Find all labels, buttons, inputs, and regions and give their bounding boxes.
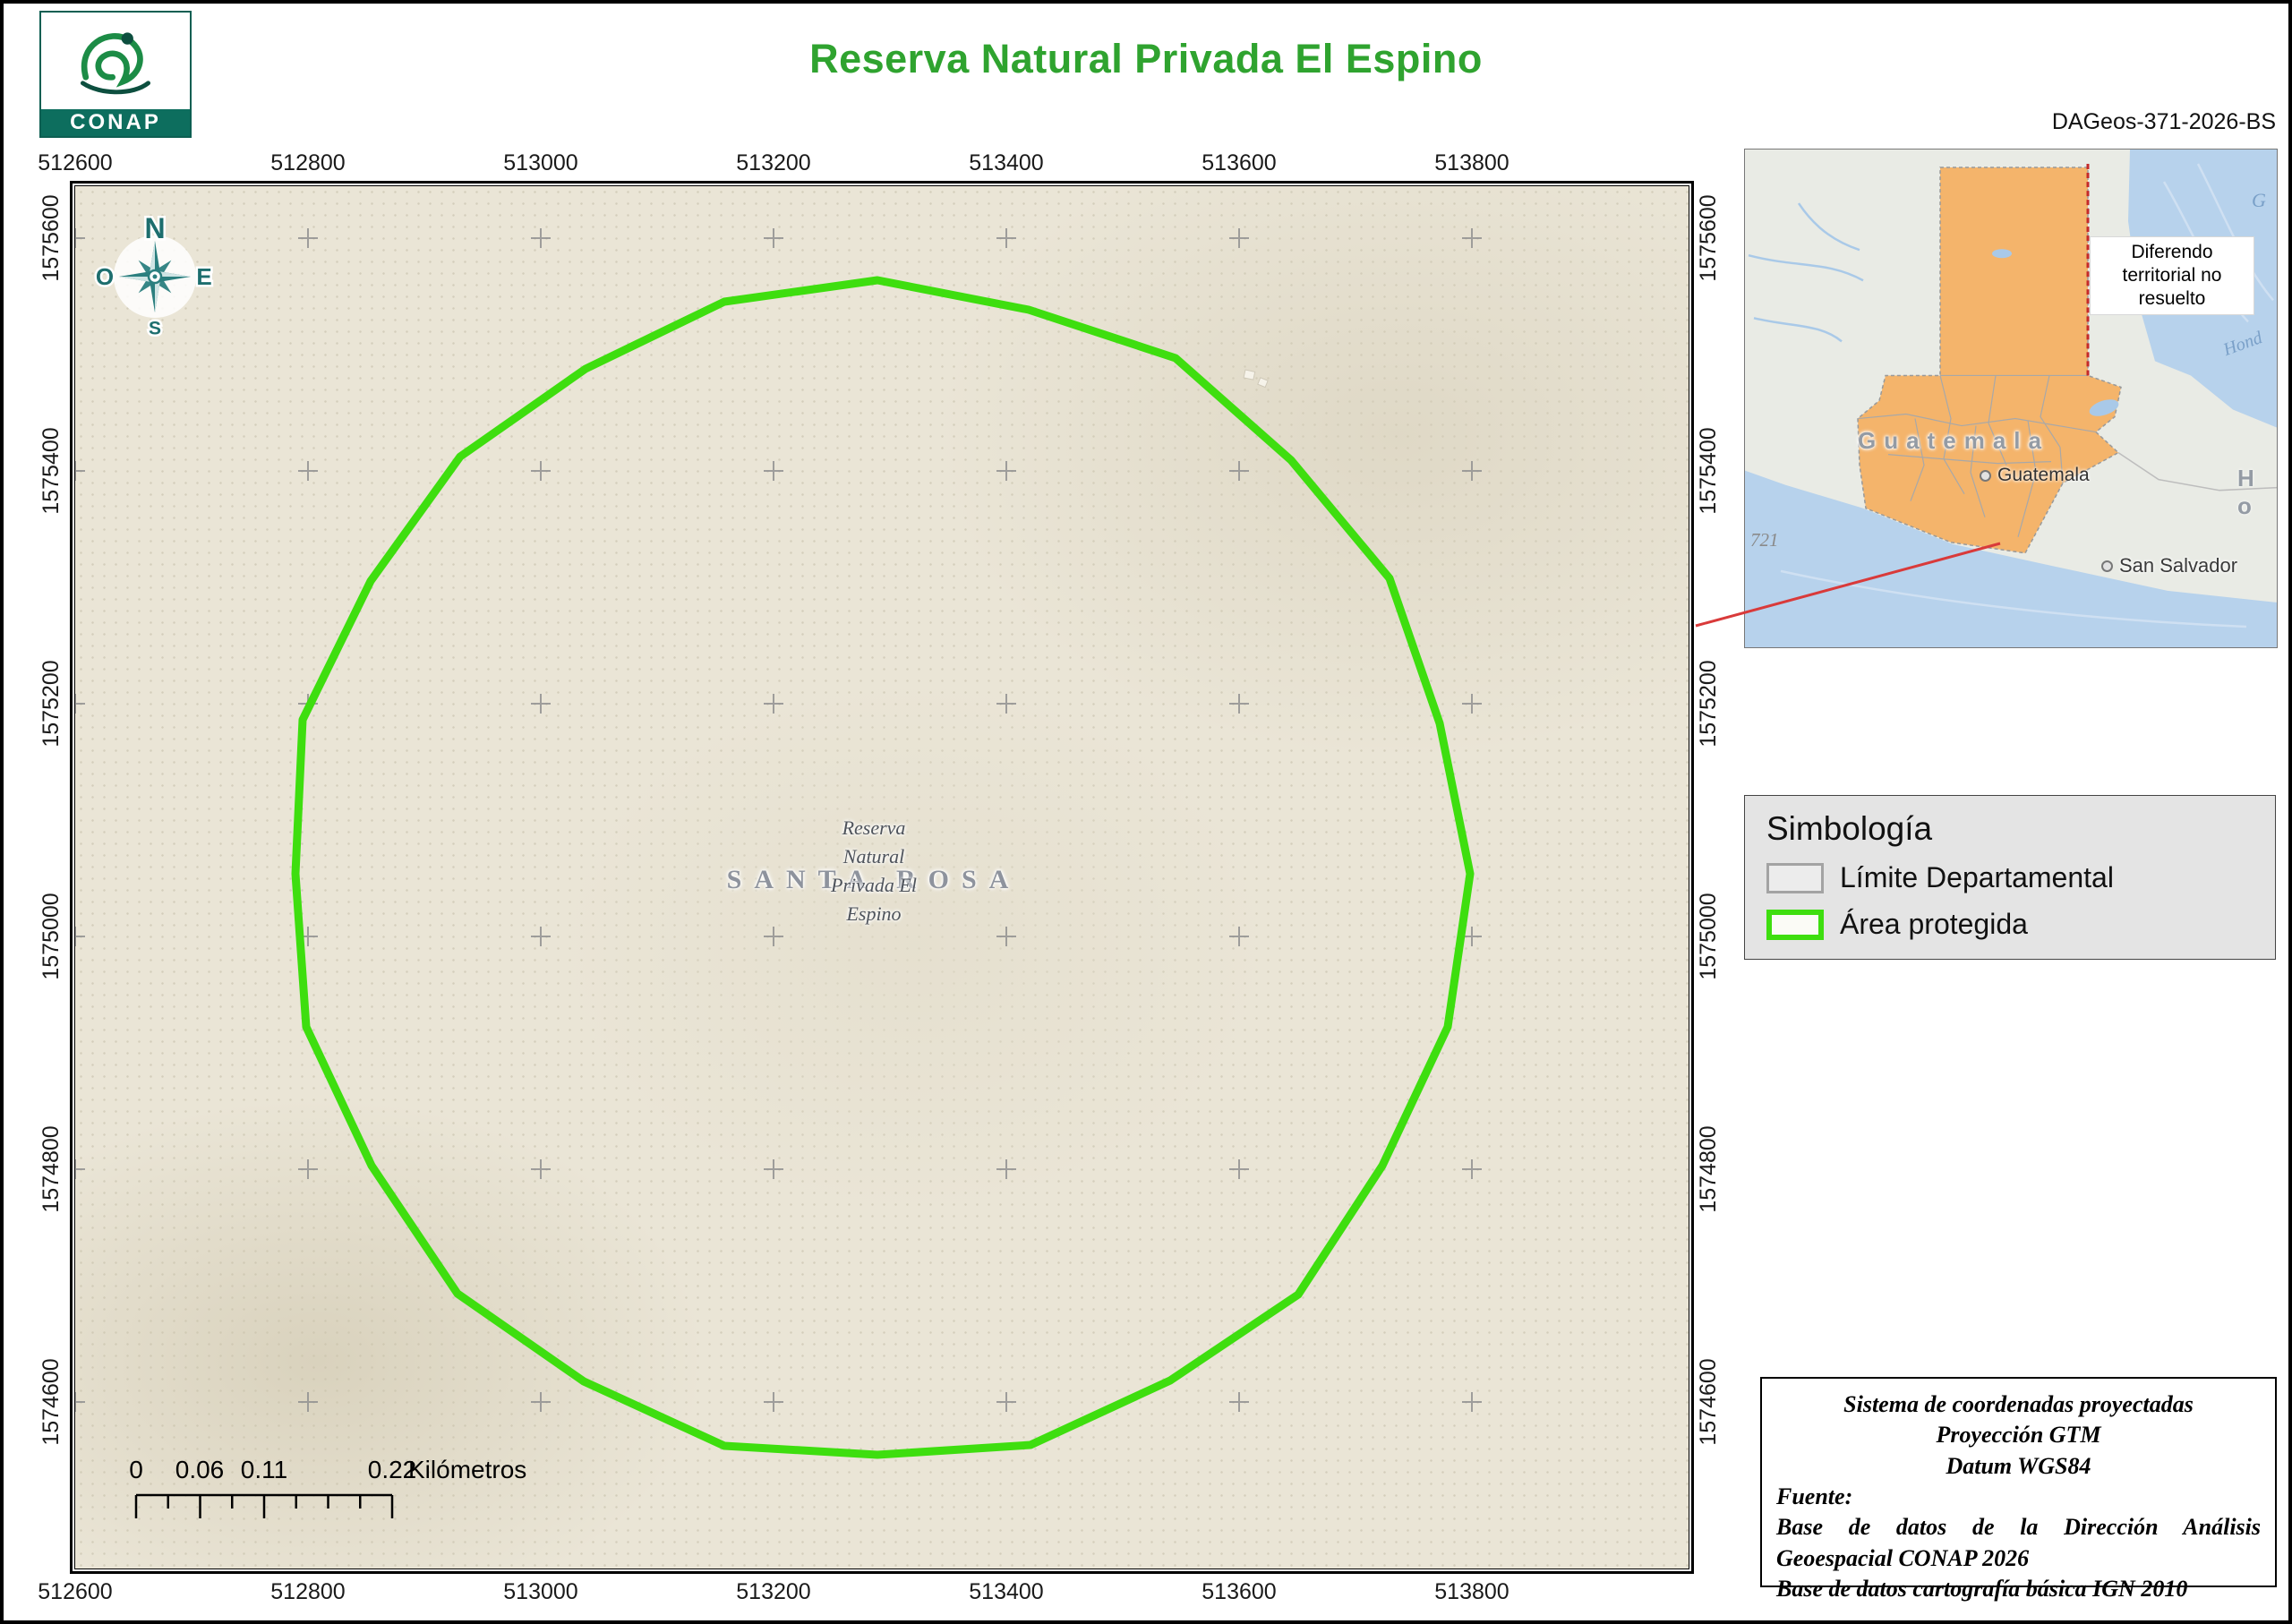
compass-north-label: N — [144, 212, 165, 244]
scale-tick-label: 0.06 — [168, 1456, 231, 1484]
grid-x-label: 513400 — [944, 1579, 1069, 1604]
grid-x-label: 513400 — [944, 150, 1069, 175]
grid-x-label: 512600 — [13, 1579, 138, 1604]
grid-x-label: 513000 — [478, 1579, 603, 1604]
building-footprint — [1258, 378, 1268, 388]
grid-x-label: 513800 — [1409, 1579, 1535, 1604]
grid-y-label: 1575200 — [1697, 641, 1720, 766]
datum-line: Datum WGS84 — [1776, 1451, 2261, 1482]
honduras-partial-label: H o — [2237, 465, 2277, 520]
lake — [1992, 249, 2012, 258]
grid-y-label: 1575400 — [1697, 408, 1720, 534]
grid-y-label: 1574800 — [1697, 1107, 1720, 1232]
grid-x-label: 512800 — [245, 150, 371, 175]
grid-y-label: 1575600 — [39, 175, 63, 301]
grid-x-label: 513200 — [711, 1579, 836, 1604]
compass-south-label: S — [149, 319, 161, 339]
grid-y-label: 1575400 — [39, 408, 63, 534]
san-salvador-marker: San Salvador — [2101, 554, 2237, 577]
legend-panel: Simbología Límite Departamental Área pro… — [1744, 795, 2276, 960]
water-partial-label: G — [2252, 189, 2266, 212]
main-map-canvas: N E S O SANTA ROSA Reserva Natural Priva… — [74, 185, 1689, 1569]
source-line: Base de datos de la Dirección Análisis G… — [1776, 1512, 2261, 1574]
grid-x-label: 512800 — [245, 1579, 371, 1604]
city-dot-icon — [2101, 560, 2113, 572]
legend-item-label: Límite Departamental — [1840, 861, 2114, 894]
grid-x-label: 513600 — [1176, 150, 1302, 175]
reserve-name-line: Natural — [740, 842, 1008, 871]
building-footprint — [1244, 370, 1255, 380]
reserve-name-line: Espino — [740, 900, 1008, 928]
grid-y-label: 1575000 — [1697, 874, 1720, 999]
reserve-name-line: Reserva — [740, 814, 1008, 842]
credits-panel: Sistema de coordenadas proyectadas Proye… — [1760, 1377, 2277, 1587]
protected-area-swatch — [1766, 910, 1824, 940]
country-label: Guatemala — [1824, 427, 2083, 455]
scale-bar-ruler — [100, 1492, 584, 1527]
conap-logo-text: CONAP — [41, 109, 190, 136]
projection-line: Proyección GTM — [1776, 1420, 2261, 1450]
grid-x-label: 513600 — [1176, 1579, 1302, 1604]
grid-y-label: 1574600 — [39, 1339, 63, 1465]
grid-x-label: 513000 — [478, 150, 603, 175]
grid-y-label: 1575000 — [39, 874, 63, 999]
compass-rose-icon: N E S O — [76, 198, 234, 355]
departmental-boundary-swatch — [1766, 863, 1824, 893]
san-salvador-label: San Salvador — [2119, 554, 2237, 577]
document-code: DAGeos-371-2026-BS — [2052, 109, 2276, 135]
reserve-name-label: Reserva Natural Privada El Espino — [740, 814, 1008, 928]
crs-line: Sistema de coordenadas proyectadas — [1776, 1389, 2261, 1420]
scale-tick-label: 0 — [118, 1456, 154, 1484]
scale-bar: 0 0.06 0.11 0.22 Kilómetros — [100, 1456, 584, 1542]
legend-item-protected-area: Área protegida — [1766, 908, 2254, 941]
territorial-dispute-note-text: Diferendo territorial no resuelto — [2092, 241, 2252, 312]
grid-y-label: 1574600 — [1697, 1339, 1720, 1465]
grid-x-label: 513200 — [711, 150, 836, 175]
reserve-name-line: Privada El — [740, 871, 1008, 900]
grid-y-label: 1574800 — [39, 1107, 63, 1232]
grid-y-label: 1575200 — [39, 641, 63, 766]
road-number-label: 721 — [1750, 529, 1779, 551]
source-heading: Fuente: — [1776, 1482, 2261, 1512]
city-dot-icon — [1980, 470, 1991, 482]
compass-east-label: E — [196, 263, 211, 290]
grid-x-label: 513800 — [1409, 150, 1535, 175]
grid-y-label: 1575600 — [1697, 175, 1720, 301]
page-title: Reserva Natural Privada El Espino — [4, 36, 2288, 82]
capital-city-label: Guatemala — [1997, 465, 2090, 486]
legend-item-departmental: Límite Departamental — [1766, 861, 2254, 894]
territorial-dispute-note: Diferendo territorial no resuelto — [2091, 237, 2254, 314]
compass-west-label: O — [96, 263, 114, 290]
scale-tick-label: 0.11 — [233, 1456, 295, 1484]
main-map-frame: N E S O SANTA ROSA Reserva Natural Priva… — [70, 181, 1694, 1574]
map-document: CONAP Reserva Natural Privada El Espino … — [0, 0, 2292, 1624]
capital-city-marker: Guatemala — [1980, 465, 2090, 486]
scale-unit-label: Kilómetros — [408, 1456, 526, 1484]
legend-item-label: Área protegida — [1840, 908, 2028, 941]
legend-title: Simbología — [1766, 810, 2254, 848]
grid-x-label: 512600 — [13, 150, 138, 175]
source-line: Base de datos cartografía básica IGN 201… — [1776, 1574, 2261, 1604]
inset-locator-map: Diferendo territorial no resuelto Guatem… — [1744, 149, 2278, 648]
